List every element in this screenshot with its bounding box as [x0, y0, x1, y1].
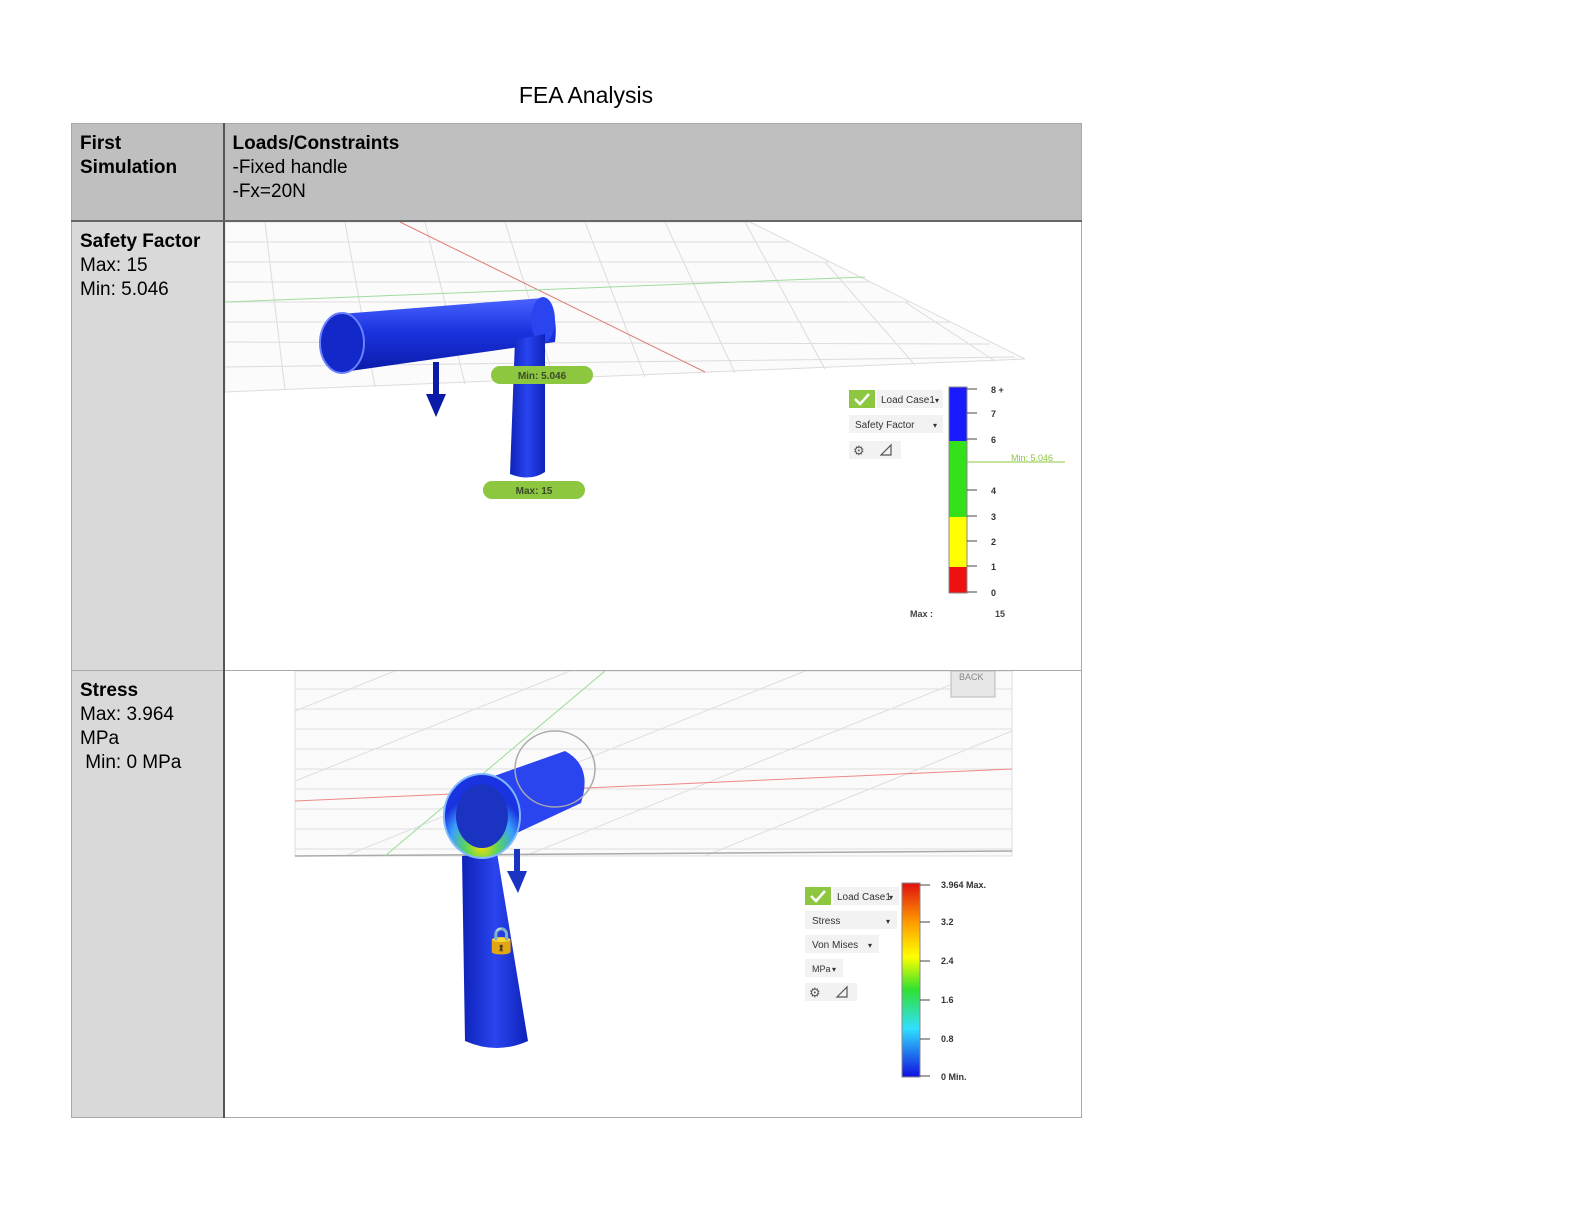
max-tag: Max: 15	[482, 481, 585, 499]
chevron-down-icon: ▾	[889, 893, 893, 902]
chevron-down-icon: ▾	[868, 941, 872, 950]
criterion-dropdown[interactable]: Von Mises ▾	[804, 935, 879, 953]
chevron-down-icon: ▾	[935, 396, 939, 405]
svg-text:BACK: BACK	[959, 672, 984, 682]
legend-max-value: 15	[995, 609, 1005, 619]
svg-text:3.964 Max.: 3.964 Max.	[941, 880, 986, 890]
header-simulation-line2: Simulation	[80, 157, 178, 178]
stress-viewport: BACK 🔒 Load Case1 ▾ Stress ▾ Von Mises ▾…	[294, 671, 1012, 1082]
safety-factor-title: Safety Factor	[80, 231, 201, 252]
svg-text:Von Mises: Von Mises	[812, 940, 858, 951]
chevron-down-icon: ▾	[832, 965, 836, 974]
settings-row: ⚙	[848, 441, 901, 459]
table-row-stress: Stress Max: 3.964 MPa Min: 0 MPa BACK 🔒 …	[71, 670, 1082, 1118]
min-tag: Min: 5.046	[490, 366, 593, 384]
min-marker-label: Min: 5.046	[1011, 453, 1053, 463]
safety-factor-screenshot: Min: 5.046 Max: 15 Load Case1 ▾ Safety F…	[223, 220, 1082, 671]
svg-text:Safety Factor: Safety Factor	[855, 420, 915, 431]
stress-title: Stress	[80, 680, 139, 701]
svg-text:Min: 5.046: Min: 5.046	[517, 371, 566, 382]
stress-screenshot: BACK 🔒 Load Case1 ▾ Stress ▾ Von Mises ▾…	[223, 670, 1082, 1118]
svg-text:MPa: MPa	[812, 964, 831, 974]
safety-factor-viewport: Min: 5.046 Max: 15 Load Case1 ▾ Safety F…	[224, 222, 1065, 619]
stress-max-unit: MPa	[80, 728, 120, 749]
svg-text:Max: 15: Max: 15	[515, 486, 552, 497]
tube-bore	[455, 784, 508, 848]
header-simulation-line1: First	[80, 133, 122, 154]
safety-factor-label-cell: Safety Factor Max: 15 Min: 5.046	[71, 220, 225, 671]
svg-text:2.4: 2.4	[941, 956, 954, 966]
document-title: FEA Analysis	[518, 82, 654, 108]
svg-text:0 Min.: 0 Min.	[941, 1072, 967, 1082]
header-loads-line1: -Fixed handle	[232, 157, 348, 178]
svg-text:3: 3	[991, 512, 996, 522]
stress-max: Max: 3.964	[80, 704, 174, 725]
svg-text:1: 1	[991, 562, 996, 572]
stress-legend: 3.964 Max. 3.2 2.4 1.6 0.8 0 Min.	[901, 880, 986, 1082]
svg-text:3.2: 3.2	[941, 917, 954, 927]
unit-dropdown[interactable]: MPa ▾	[804, 959, 843, 977]
gear-icon[interactable]: ⚙	[809, 985, 821, 1000]
svg-text:2: 2	[991, 537, 996, 547]
safety-factor-min: Min: 5.046	[80, 279, 169, 300]
svg-text:Load Case1: Load Case1	[881, 395, 935, 406]
safety-factor-max: Max: 15	[80, 255, 148, 276]
chevron-down-icon: ▾	[933, 421, 937, 430]
svg-text:4: 4	[991, 486, 996, 496]
svg-text:0.8: 0.8	[941, 1034, 954, 1044]
svg-text:7: 7	[991, 409, 996, 419]
ground-grid	[294, 671, 1012, 857]
handle-stem	[509, 334, 545, 478]
table-row-safety-factor: Safety Factor Max: 15 Min: 5.046 Min: 5.…	[71, 220, 1082, 671]
load-case-control[interactable]: Load Case1 ▾	[848, 390, 943, 408]
load-case-control[interactable]: Load Case1 ▾	[804, 887, 899, 905]
svg-text:Stress: Stress	[812, 916, 840, 927]
header-loads-title: Loads/Constraints	[232, 133, 400, 154]
legend-max-label: Max :	[910, 609, 933, 619]
result-type-dropdown[interactable]: Safety Factor ▾	[848, 415, 943, 433]
svg-text:1.6: 1.6	[941, 995, 954, 1005]
svg-text:Load Case1: Load Case1	[837, 892, 891, 903]
result-type-dropdown[interactable]: Stress ▾	[804, 911, 897, 929]
lock-icon: 🔒	[485, 925, 517, 955]
svg-text:8 +: 8 +	[991, 385, 1004, 395]
svg-text:6: 6	[991, 435, 996, 445]
viewcube[interactable]: BACK	[950, 671, 995, 698]
stress-min: Min: 0 MPa	[80, 752, 182, 773]
chevron-down-icon: ▾	[886, 917, 890, 926]
header-simulation-cell: First Simulation	[71, 123, 225, 222]
svg-text:0: 0	[991, 588, 996, 598]
gear-icon[interactable]: ⚙	[853, 443, 865, 458]
table-header-row: First Simulation Loads/Constraints -Fixe…	[71, 123, 1082, 222]
stress-label-cell: Stress Max: 3.964 MPa Min: 0 MPa	[71, 670, 225, 1118]
header-loads-cell: Loads/Constraints -Fixed handle -Fx=20N	[223, 123, 1082, 222]
header-loads-line2: -Fx=20N	[232, 181, 306, 202]
settings-row: ⚙	[804, 983, 857, 1001]
fea-table: First Simulation Loads/Constraints -Fixe…	[71, 123, 1082, 1118]
